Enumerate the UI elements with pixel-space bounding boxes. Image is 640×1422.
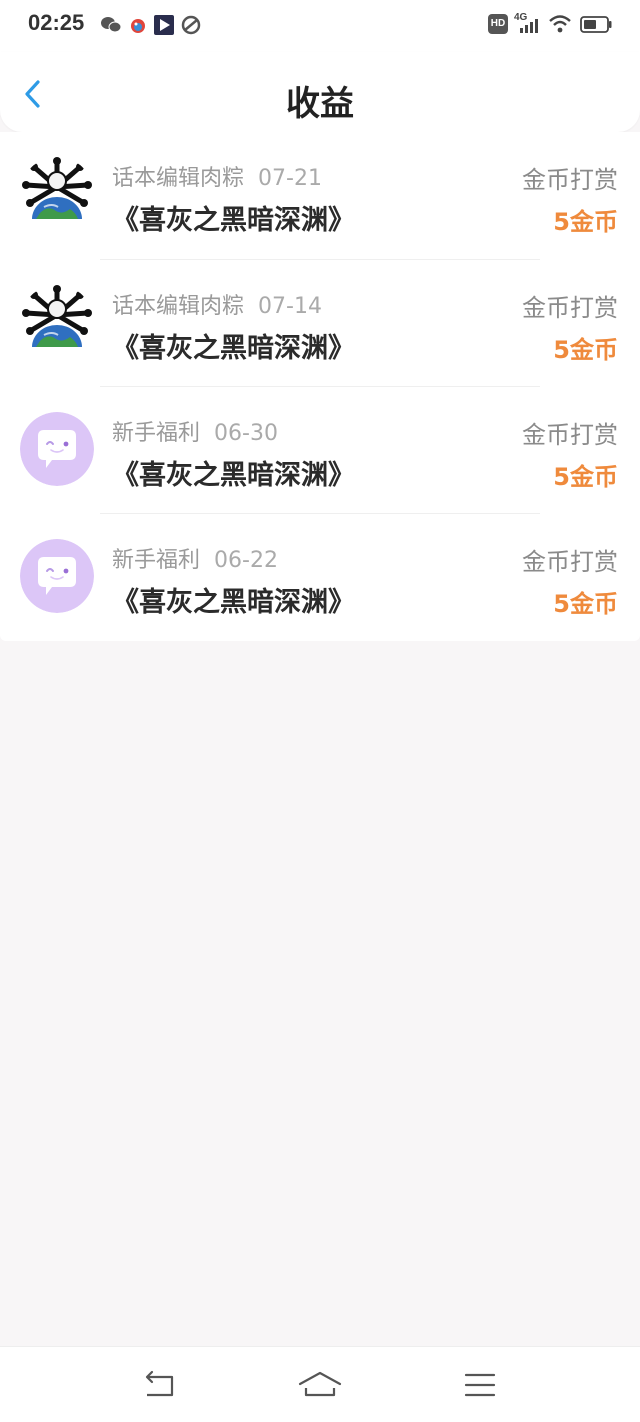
earning-item-2[interactable]: 话本编辑肉粽 07-14 《喜灰之黑暗深渊》 金币打赏 5金币	[0, 260, 640, 387]
earnings-list: 话本编辑肉粽 07-21 《喜灰之黑暗深渊》 金币打赏 5金币 话本编辑肉粽 07-…	[0, 132, 640, 641]
earning-type: 金币打赏	[522, 166, 618, 194]
earth-avatar	[20, 285, 94, 359]
status-time: 02:25	[28, 10, 85, 35]
earning-type: 金币打赏	[522, 548, 618, 576]
earning-item-1[interactable]: 话本编辑肉粽 07-21 《喜灰之黑暗深渊》 金币打赏 5金币	[0, 132, 640, 260]
back-nav-button[interactable]	[138, 1367, 182, 1403]
book-title: 《喜灰之黑暗深渊》	[112, 205, 355, 236]
earning-date: 07-21	[258, 166, 322, 191]
header-bar: 收益	[0, 52, 640, 132]
book-title: 《喜灰之黑暗深渊》	[112, 460, 355, 491]
earning-amount: 5金币	[553, 208, 618, 236]
hd-icon: HD	[488, 14, 508, 34]
home-nav-icon	[298, 1371, 342, 1397]
earning-meta: 新手福利 06-30	[112, 415, 278, 447]
signal-icon: 4G	[514, 12, 538, 33]
chat-bubble-avatar	[20, 539, 94, 613]
home-nav-button[interactable]	[298, 1367, 342, 1403]
wifi-icon	[549, 15, 571, 33]
earth-avatar-icon	[20, 157, 94, 231]
earning-source: 新手福利	[112, 548, 201, 573]
book-title: 《喜灰之黑暗深渊》	[112, 587, 355, 618]
menu-nav-icon	[464, 1373, 496, 1397]
earning-meta: 新手福利 06-22	[112, 542, 278, 574]
earning-amount: 5金币	[553, 336, 618, 364]
system-nav-bar	[0, 1346, 640, 1422]
earning-date: 06-22	[214, 548, 278, 573]
earth-avatar-icon	[20, 285, 94, 359]
menu-nav-button[interactable]	[458, 1367, 502, 1403]
status-bar: 02:25 HD 4G	[0, 0, 640, 52]
earning-amount: 5金币	[553, 590, 618, 618]
earning-meta: 话本编辑肉粽 07-14	[112, 288, 322, 320]
earth-avatar	[20, 157, 94, 231]
earning-amount: 5金币	[553, 463, 618, 491]
chat-bubble-avatar	[20, 412, 94, 486]
battery-icon	[580, 16, 612, 33]
earning-item-4[interactable]: 新手福利 06-22 《喜灰之黑暗深渊》 金币打赏 5金币	[0, 514, 640, 641]
chat-bubble-avatar-icon	[20, 412, 94, 486]
earning-meta: 话本编辑肉粽 07-21	[112, 160, 322, 192]
wechat-icon	[101, 17, 122, 33]
earning-source: 新手福利	[112, 421, 201, 446]
earning-type: 金币打赏	[522, 421, 618, 449]
earning-source: 话本编辑肉粽	[112, 294, 245, 319]
bird-app-icon	[131, 19, 145, 33]
earning-source: 话本编辑肉粽	[112, 166, 245, 191]
earning-type: 金币打赏	[522, 294, 618, 322]
back-nav-icon	[145, 1370, 174, 1397]
network-label: 4G	[514, 12, 528, 23]
book-title: 《喜灰之黑暗深渊》	[112, 333, 355, 364]
earning-date: 06-30	[214, 421, 278, 446]
video-app-icon	[154, 15, 174, 35]
page-title: 收益	[286, 84, 354, 124]
earning-item-3[interactable]: 新手福利 06-30 《喜灰之黑暗深渊》 金币打赏 5金币	[0, 387, 640, 514]
earning-date: 07-14	[258, 294, 322, 319]
link-app-icon	[181, 15, 201, 35]
chat-bubble-avatar-icon	[20, 539, 94, 613]
